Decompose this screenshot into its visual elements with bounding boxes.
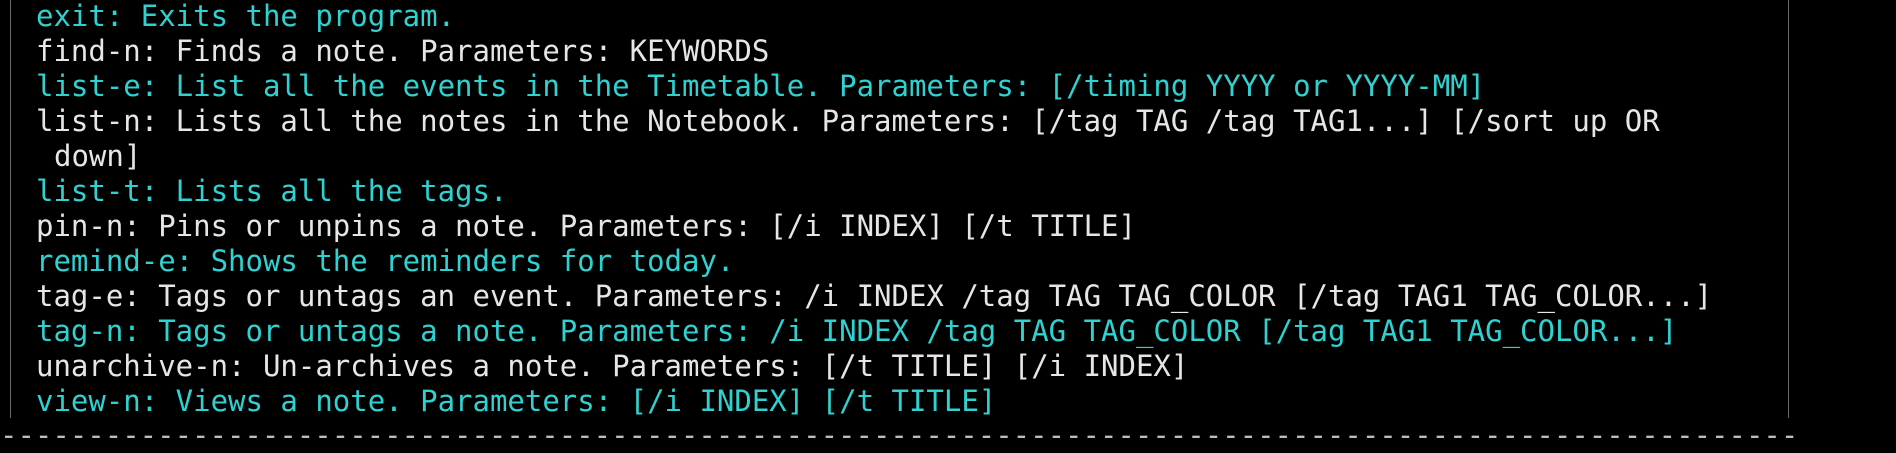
output-line-list-n: list-n: Lists all the notes in the Noteb… <box>36 104 1660 138</box>
output-line-list-t: list-t: Lists all the tags. <box>36 174 508 208</box>
output-line-exit: exit: Exits the program. <box>36 0 456 33</box>
output-line-view-n: view-n: Views a note. Parameters: [/i IN… <box>36 384 997 418</box>
output-line-tag-n: tag-n: Tags or untags a note. Parameters… <box>36 314 1678 348</box>
output-line-list-e: list-e: List all the events in the Timet… <box>36 69 1486 103</box>
output-line-pin-n: pin-n: Pins or unpins a note. Parameters… <box>36 209 1136 243</box>
output-line-list-n-continued: down] <box>54 139 142 173</box>
separator-line: ----------------------------------------… <box>0 420 1800 450</box>
output-lines: exit: Exits the program. find-n: Finds a… <box>36 0 1776 419</box>
output-line-find-n: find-n: Finds a note. Parameters: KEYWOR… <box>36 34 770 68</box>
left-border <box>10 0 11 418</box>
right-border <box>1788 0 1789 418</box>
terminal-window[interactable]: exit: Exits the program. find-n: Finds a… <box>0 0 1896 453</box>
output-line-remind-e: remind-e: Shows the reminders for today. <box>36 244 735 278</box>
output-line-unarchive-n: unarchive-n: Un-archives a note. Paramet… <box>36 349 1189 383</box>
output-line-tag-e: tag-e: Tags or untags an event. Paramete… <box>36 279 1713 313</box>
